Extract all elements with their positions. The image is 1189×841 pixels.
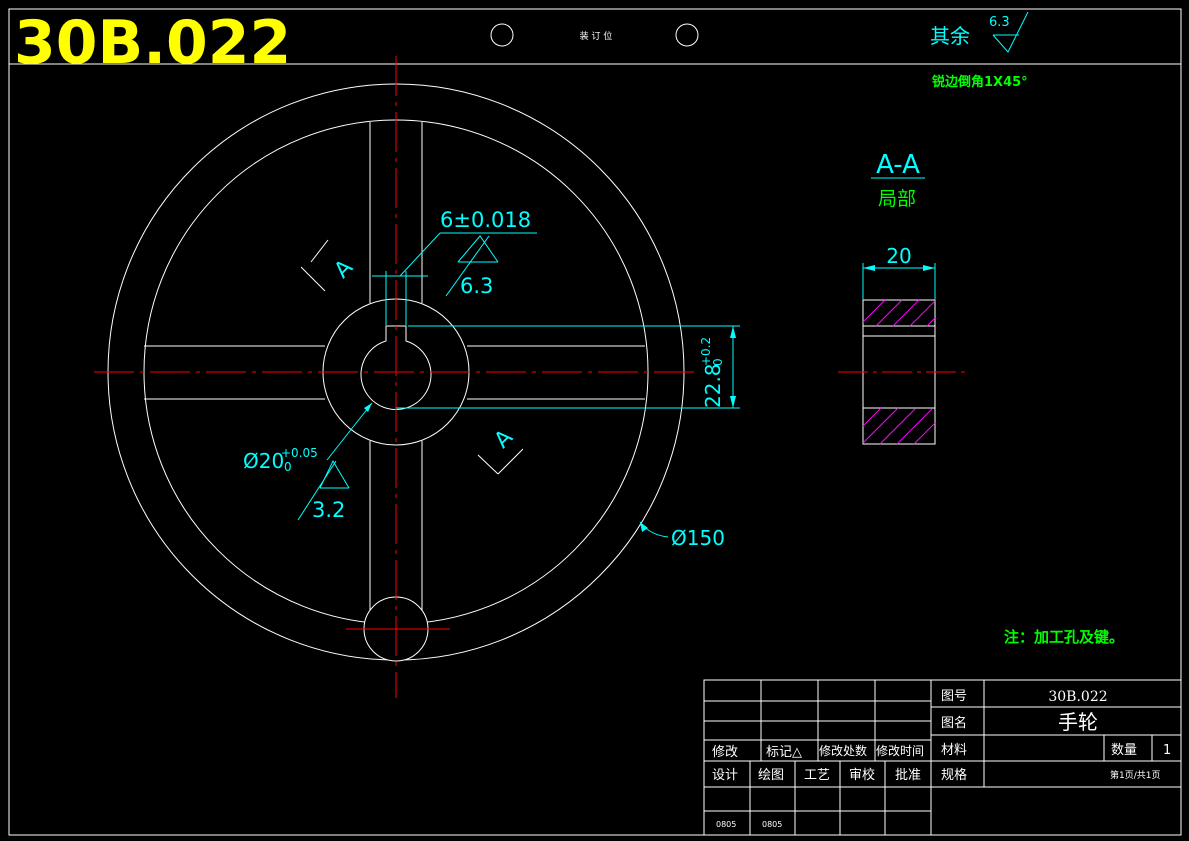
drawing-canvas: 30B.022 装 订 位 其余 6.3 锐边倒角1X45° 6±0.018 6… <box>8 8 1182 836</box>
hatch-top <box>862 299 936 327</box>
binding-label: 装 订 位 <box>580 30 613 42</box>
section-mark-bottom: A <box>477 425 524 475</box>
title-block-text: 图号 30B.022 图名 手轮 材料 数量 1 规格 第1页/共1页 修改 标… <box>712 689 1171 829</box>
machining-note: 注：加工孔及键。 <box>1004 628 1124 646</box>
outer-diameter-text: Ø150 <box>671 526 725 550</box>
keyway-roughness-text: 6.3 <box>460 274 493 298</box>
section-hatch-top-box <box>862 299 936 327</box>
drawing-number-title: 30B.022 <box>14 8 291 78</box>
sign-header-2: 绘图 <box>758 768 784 783</box>
outer-diameter-dimension: Ø150 <box>639 521 725 550</box>
sign-header-5: 批准 <box>895 768 921 783</box>
key-depth-tol-lower: 0 <box>711 358 725 366</box>
drawing-no-value: 30B.022 <box>1048 689 1107 705</box>
handwheel-front-view <box>94 56 700 698</box>
bore-tol-lower: 0 <box>284 460 292 474</box>
section-mark-top: A <box>300 239 358 292</box>
qty-label: 数量 <box>1111 743 1137 758</box>
bore-roughness-text: 3.2 <box>312 498 345 522</box>
sign-value-1: 0805 <box>716 820 736 829</box>
section-width-text: 20 <box>886 244 911 268</box>
rev-header-2: 标记△ <box>766 745 802 760</box>
drawing-no-label: 图号 <box>941 689 967 704</box>
bore-tol-upper: +0.05 <box>281 446 318 460</box>
rev-header-3: 修改处数 <box>819 743 867 758</box>
sign-header-1: 设计 <box>712 768 738 783</box>
sign-value-2: 0805 <box>762 820 782 829</box>
rev-header-1: 修改 <box>712 745 738 760</box>
spec-label: 规格 <box>941 767 967 783</box>
section-title: A-A <box>876 150 920 180</box>
rest-roughness-value: 6.3 <box>989 15 1010 30</box>
section-view: A-A 局部 20 <box>838 150 970 445</box>
binding-hole-right <box>675 23 699 47</box>
sheet-info: 第1页/共1页 <box>1110 769 1161 781</box>
key-depth-text: 22.8 <box>701 363 725 408</box>
bore-diameter-text: Ø20 <box>243 449 284 473</box>
section-mark-bottom-letter: A <box>490 425 518 453</box>
keyway-width-text: 6±0.018 <box>440 208 531 232</box>
drawing-border <box>8 8 1182 836</box>
sign-header-3: 工艺 <box>804 768 830 783</box>
material-label: 材料 <box>941 743 967 758</box>
section-subtitle: 局部 <box>878 188 916 210</box>
sign-header-4: 审校 <box>849 767 875 783</box>
name-label: 图名 <box>941 715 967 731</box>
chamfer-note: 锐边倒角1X45° <box>932 74 1028 90</box>
section-hatch-bottom-box <box>862 407 936 445</box>
qty-value: 1 <box>1163 743 1171 758</box>
binding-hole-left <box>490 23 514 47</box>
section-mark-top-letter: A <box>330 255 358 283</box>
rev-header-4: 修改时间 <box>876 743 924 758</box>
rest-roughness-label: 其余 <box>930 24 970 48</box>
part-name: 手轮 <box>1058 710 1098 734</box>
hatch-bottom <box>862 407 936 445</box>
